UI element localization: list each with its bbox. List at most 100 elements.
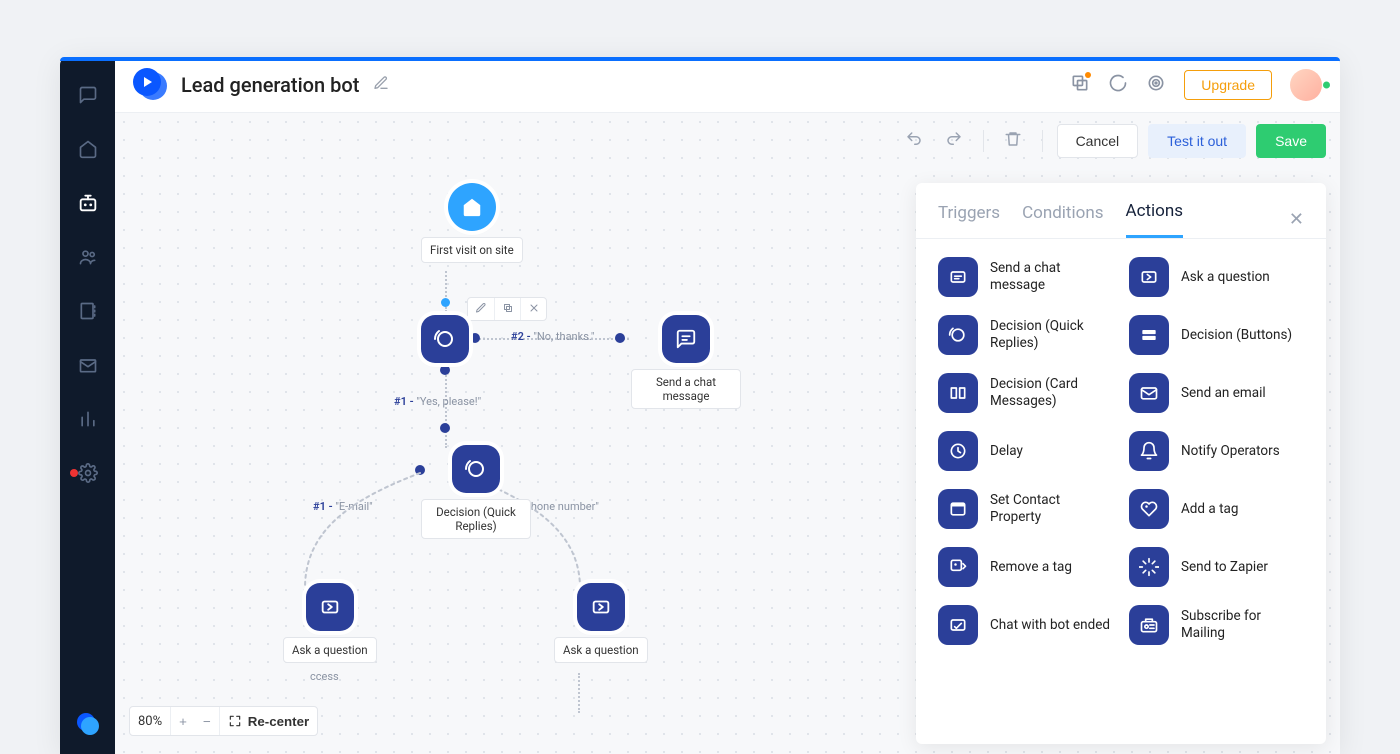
close-icon[interactable]: ✕ [1289,209,1304,230]
node-start[interactable]: First visit on site [421,183,523,263]
sidebar-brand-icon[interactable] [74,710,102,738]
action-item[interactable]: Remove a tag [938,547,1113,587]
edge-label: #1 - "Yes, please!" [394,395,481,408]
action-icon [938,373,978,413]
node-mini-toolbar [467,297,547,321]
actions-panel: Triggers Conditions Actions ✕ Send a cha… [916,183,1326,744]
node-label: Ask a question [283,637,377,663]
chat-icon [662,315,710,363]
edge-fragment: ccess [310,670,339,683]
action-icon [1129,315,1169,355]
action-label: Decision (Card Messages) [990,376,1113,410]
zoom-out-icon[interactable]: − [195,707,219,735]
sidebar-people-icon[interactable] [74,243,102,271]
save-button[interactable]: Save [1256,124,1326,158]
sidebar-mail-icon[interactable] [74,351,102,379]
tab-conditions[interactable]: Conditions [1022,203,1103,237]
zoom-in-icon[interactable]: + [170,707,195,735]
edit-title-icon[interactable] [373,75,389,95]
decision-icon [421,315,469,363]
flow-canvas[interactable]: Cancel Test it out Save #2 - "No, thanks… [115,113,1340,754]
action-label: Notify Operators [1181,443,1280,460]
recenter-icon[interactable]: Re-center [219,707,317,735]
question-icon [306,583,354,631]
sidebar-chat-icon[interactable] [74,81,102,109]
upgrade-button[interactable]: Upgrade [1184,70,1272,100]
action-icon [938,547,978,587]
target-icon[interactable] [1146,73,1166,97]
sidebar-bot-icon[interactable] [74,189,102,217]
action-item[interactable]: Subscribe for Mailing [1129,605,1304,645]
port [441,298,450,307]
action-icon [1129,431,1169,471]
node-send-chat[interactable]: Send a chat message [631,315,741,409]
logo-icon [133,68,167,102]
action-item[interactable]: Send an email [1129,373,1304,413]
action-label: Delay [990,443,1023,460]
action-label: Subscribe for Mailing [1181,608,1304,642]
trash-icon[interactable] [998,124,1028,159]
action-label: Send to Zapier [1181,559,1268,576]
action-label: Chat with bot ended [990,617,1110,634]
action-item[interactable]: Set Contact Property [938,489,1113,529]
tab-triggers[interactable]: Triggers [938,203,1000,237]
undo-icon[interactable] [899,124,929,159]
action-item[interactable]: Chat with bot ended [938,605,1113,645]
home-icon [448,183,496,231]
action-item[interactable]: Send a chat message [938,257,1113,297]
node-decision-2[interactable]: Decision (Quick Replies) [421,445,531,539]
tab-actions[interactable]: Actions [1126,201,1184,238]
action-icon [1129,489,1169,529]
node-label: Send a chat message [631,369,741,409]
refresh-icon[interactable] [1108,73,1128,97]
action-item[interactable]: Add a tag [1129,489,1304,529]
port [440,423,450,433]
decision-icon [452,445,500,493]
notification-dot [70,469,78,477]
action-item[interactable]: Delay [938,431,1113,471]
sidebar-stats-icon[interactable] [74,405,102,433]
action-label: Send a chat message [990,260,1113,294]
question-icon [577,583,625,631]
action-icon [1129,257,1169,297]
node-label: Decision (Quick Replies) [421,499,531,539]
action-label: Decision (Quick Replies) [990,318,1113,352]
redo-icon[interactable] [939,124,969,159]
sidebar-contacts-icon[interactable] [74,297,102,325]
node-ask-2[interactable]: Ask a question [554,583,648,663]
action-icon [938,605,978,645]
action-icon [1129,605,1169,645]
avatar[interactable] [1290,69,1322,101]
action-item[interactable]: Notify Operators [1129,431,1304,471]
node-label: Ask a question [554,637,648,663]
header: Lead generation bot Upgrade [115,57,1340,113]
action-item[interactable]: Decision (Buttons) [1129,315,1304,355]
test-button[interactable]: Test it out [1148,124,1246,158]
node-ask-1[interactable]: Ask a question [283,583,377,663]
action-icon [938,257,978,297]
action-label: Add a tag [1181,501,1238,518]
port [615,333,625,343]
sidebar [60,57,115,754]
copy-icon[interactable] [1070,73,1090,97]
action-icon [938,315,978,355]
action-label: Set Contact Property [990,492,1113,526]
action-icon [938,489,978,529]
page-title: Lead generation bot [181,73,359,97]
action-label: Decision (Buttons) [1181,327,1292,344]
copy-icon[interactable] [494,298,520,320]
canvas-toolbar: Cancel Test it out Save [115,113,1340,169]
node-label: First visit on site [421,237,523,263]
action-item[interactable]: Send to Zapier [1129,547,1304,587]
close-icon[interactable] [520,298,546,320]
cancel-button[interactable]: Cancel [1057,124,1139,158]
action-item[interactable]: Ask a question [1129,257,1304,297]
sidebar-settings-icon[interactable] [74,459,102,487]
action-item[interactable]: Decision (Quick Replies) [938,315,1113,355]
zoom-value: 80% [130,707,170,735]
pencil-icon[interactable] [468,298,494,320]
action-icon [938,431,978,471]
action-item[interactable]: Decision (Card Messages) [938,373,1113,413]
sidebar-home-icon[interactable] [74,135,102,163]
node-decision-1[interactable] [421,315,469,363]
